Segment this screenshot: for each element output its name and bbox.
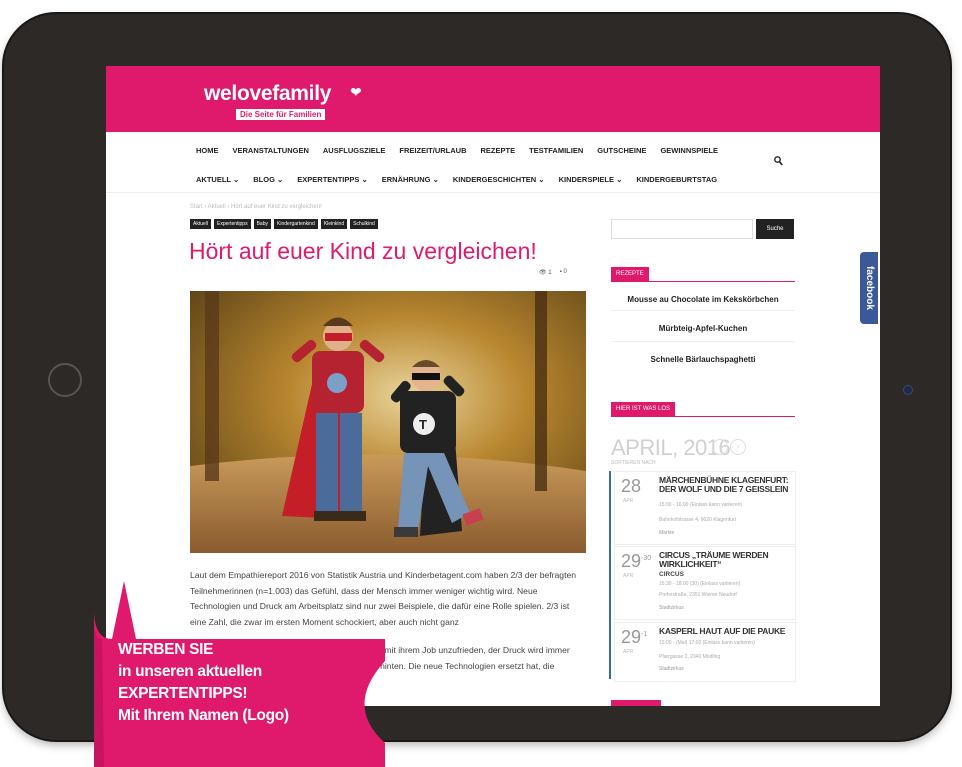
nav-item[interactable]: EXPERTENTIPPS ⌄ [297, 175, 367, 184]
recipe-divider [611, 310, 795, 311]
event-day: 29-30 [621, 551, 651, 572]
article-photo: T [190, 291, 586, 553]
event-time: 15:00 - 16:00 (Einlass kann variieren) [659, 502, 743, 508]
article-title: Hört auf euer Kind zu vergleichen! [189, 238, 537, 264]
chevron-left-icon[interactable]: ‹ [712, 439, 728, 455]
event-time: 15:30 - 18:00 (30) (Einlass variieren) [659, 581, 741, 587]
event-day-end: -1 [641, 631, 648, 638]
tag[interactable]: Aktuell [190, 219, 212, 229]
home-button[interactable] [48, 363, 82, 397]
nav-item[interactable]: AUSFLUGSZIELE [323, 146, 386, 155]
nav-item[interactable]: GUTSCHEINE [597, 146, 646, 155]
article-tags: Aktuell Expertentipps Baby Kindergartenk… [190, 219, 378, 229]
nav-item[interactable]: AKTUELL ⌄ [196, 175, 239, 184]
event-place: Prehnstraße, 2351 Wiener Neudorf [659, 592, 737, 598]
nav-item[interactable]: GEWINNSPIELE [660, 146, 718, 155]
nav-item[interactable]: BLOG ⌄ [253, 175, 283, 184]
event-title[interactable]: KASPERL HAUT AUF DIE PAUKE [659, 627, 791, 636]
event-title[interactable]: MÄRCHENBÜHNE KLAGENFURT: DER WOLF UND DI… [659, 476, 791, 494]
sort-label[interactable]: SORTIEREN NACH [611, 460, 656, 466]
promo-text[interactable]: WERBEN SIE in unseren aktuellen EXPERTEN… [118, 639, 289, 727]
event-place: Bahnhofstrasse 4, 9020 Klagenfurt [659, 517, 736, 523]
recipe-link[interactable]: Schnelle Bärlauchspaghetti [611, 355, 795, 364]
event-place: Pfarrgasse 2, 2340 Mödling [659, 654, 721, 660]
sidebar-search-button[interactable]: Suche [756, 219, 794, 239]
events-section-label: HIER IST WAS LOS [611, 402, 676, 416]
breadcrumb[interactable]: Start › Aktuell › Hört auf euer Kind zu … [190, 204, 322, 210]
event-day: 29-1 [621, 627, 647, 648]
nav-item[interactable]: KINDERGESCHICHTEN ⌄ [453, 175, 545, 184]
nav-item[interactable]: KINDERSPIELE ⌄ [559, 175, 623, 184]
event-day-end: -30 [641, 555, 652, 562]
views-value: 1 [548, 270, 552, 276]
nav-item[interactable]: KINDERGEBURTSTAG [636, 175, 717, 184]
site-logo[interactable]: welovefamily [204, 82, 331, 106]
event-month: APR [623, 498, 634, 504]
event-day-value: 29 [621, 551, 642, 571]
section-label-partial [611, 700, 661, 706]
promo-line: EXPERTENTIPPS! [118, 685, 248, 702]
event-organizer: Märkte [659, 530, 675, 536]
heart-icon: ❤ [350, 84, 362, 100]
site-tagline: Die Seite für Familien [236, 109, 326, 120]
chevron-right-icon[interactable]: › [730, 439, 746, 455]
event-organizer: Stadtzirkus [659, 666, 684, 672]
facebook-tab[interactable]: facebook [860, 252, 878, 324]
nav-item[interactable]: FREIZEIT/URLAUB [399, 146, 466, 155]
event-month: APR [623, 649, 634, 655]
recipe-link[interactable]: Mürbteig-Apfel-Kuchen [611, 324, 795, 333]
event-subtitle: CIRCUS [659, 571, 684, 578]
views-count: 👁 1 [539, 270, 552, 276]
camera-icon [903, 385, 913, 395]
event-day-value: 29 [621, 627, 642, 647]
event-card[interactable]: 28 APR MÄRCHENBÜHNE KLAGENFURT: DER WOLF… [614, 471, 796, 545]
promo-line: Mit Ihrem Namen (Logo) [118, 707, 289, 724]
sidebar-search-input[interactable] [611, 219, 753, 239]
event-organizer: Stadtzirkus [659, 605, 684, 611]
tag[interactable]: Baby [253, 219, 271, 229]
nav-item[interactable]: ERNÄHRUNG ⌄ [382, 175, 439, 184]
event-month: APR [623, 573, 634, 579]
article-meta: 👁 1 ▪ 0 [539, 269, 567, 276]
event-card[interactable]: 29-30 APR CIRCUS „TRÄUME WERDEN WIRKLICH… [614, 546, 796, 620]
event-card[interactable]: 29-1 APR KASPERL HAUT AUF DIE PAUKE 15:0… [614, 622, 796, 682]
event-title[interactable]: CIRCUS „TRÄUME WERDEN WIRKLICHKEIT“ [659, 551, 791, 569]
recipes-section-label: REZEPTE [611, 267, 649, 281]
recipe-link[interactable]: Mousse au Chocolate im Kekskörbchen [611, 295, 795, 304]
comments-value: 0 [563, 269, 567, 275]
tag[interactable]: Kleinkind [320, 219, 348, 229]
main-nav: HOME VERANSTALTUNGEN AUSFLUGSZIELE FREIZ… [196, 146, 718, 155]
comments-count[interactable]: ▪ 0 [560, 269, 567, 276]
site-header: welovefamily ❤ Die Seite für Familien [106, 66, 880, 132]
svg-text:T: T [419, 417, 427, 432]
recipe-divider [611, 341, 795, 342]
tag[interactable]: Schulkind [350, 219, 378, 229]
category-nav: AKTUELL ⌄ BLOG ⌄ EXPERTENTIPPS ⌄ ERNÄHRU… [196, 175, 717, 184]
event-day: 28 [621, 476, 642, 496]
event-time: 15:00 - (Mai) 17:00 (Einlass kann variie… [659, 640, 755, 646]
section-divider [611, 281, 795, 282]
section-divider [611, 416, 795, 417]
nav-item[interactable]: VERANSTALTUNGEN [233, 146, 309, 155]
promo-line: in unseren aktuellen [118, 663, 262, 680]
search-icon[interactable] [774, 156, 783, 169]
events-timeline [609, 471, 611, 679]
nav-item[interactable]: HOME [196, 146, 219, 155]
nav-item[interactable]: REZEPTE [481, 146, 516, 155]
tag[interactable]: Kindergartenkind [274, 219, 318, 229]
tag[interactable]: Expertentipps [214, 219, 251, 229]
promo-line: WERBEN SIE [118, 641, 214, 658]
nav-divider [106, 192, 880, 193]
nav-item[interactable]: TESTFAMILIEN [529, 146, 583, 155]
